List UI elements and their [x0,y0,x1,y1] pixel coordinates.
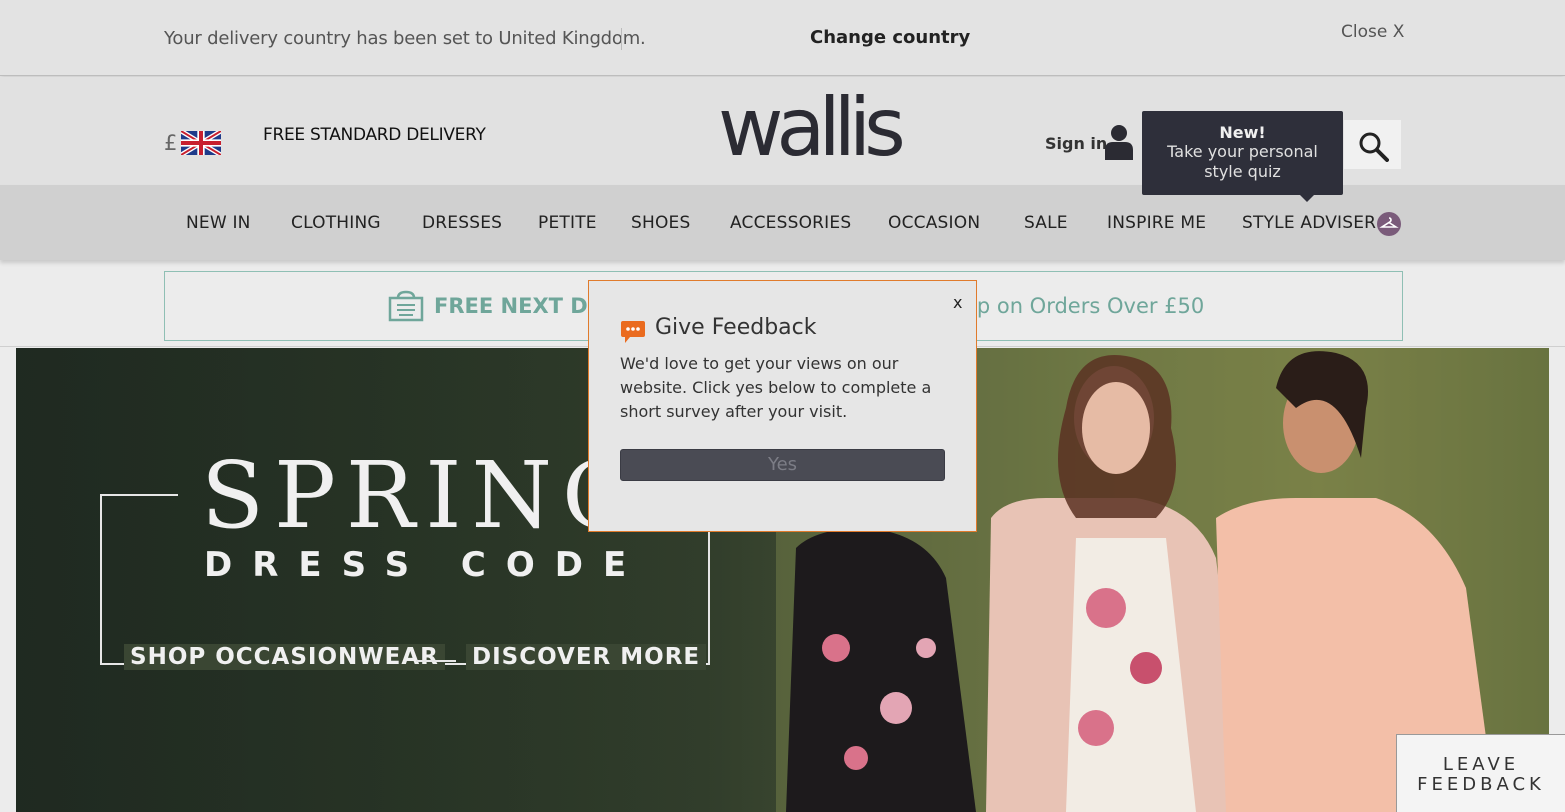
nav-item-new-in[interactable]: NEW IN [186,213,251,233]
feedback-close-button[interactable]: x [953,293,962,312]
leave-feedback-line1: LEAVE [1442,754,1520,775]
logo-text: wallis [718,81,906,174]
tooltip-title: New! [1219,123,1266,142]
promo-text-right: op on Orders Over £50 [964,294,1205,318]
feedback-title: Give Feedback [655,315,817,340]
nav-item-shoes[interactable]: SHOES [631,213,691,233]
uk-flag-icon[interactable] [181,131,221,155]
speech-bubble-icon [621,321,645,343]
user-icon[interactable] [1104,124,1134,160]
shopping-basket-icon [388,290,424,322]
delivery-country-bar: Your delivery country has been set to Un… [0,0,1565,76]
delivery-divider [621,28,622,50]
wallis-logo[interactable]: wallis [718,85,906,175]
nav-item-sale[interactable]: SALE [1024,213,1068,233]
nav-item-style-adviser[interactable]: STYLE ADVISER [1242,213,1376,233]
nav-item-dresses[interactable]: DRESSES [422,213,502,233]
nav-item-clothing[interactable]: CLOTHING [291,213,381,233]
search-button[interactable] [1344,120,1401,169]
leave-feedback-button[interactable]: LEAVE FEEDBACK [1396,734,1565,812]
discover-more-link[interactable]: DISCOVER MORE [466,644,707,670]
feedback-body: We'd love to get your views on our websi… [620,354,932,421]
delivery-country-message: Your delivery country has been set to Un… [164,28,646,49]
shop-occasionwear-link[interactable]: SHOP OCCASIONWEAR [124,644,445,670]
cta-dash [416,660,456,662]
hanger-icon[interactable] [1377,212,1401,236]
feedback-yes-button[interactable]: Yes [620,449,945,481]
tooltip-arrow [1300,195,1314,202]
search-icon [1359,132,1389,162]
give-feedback-modal: x Give Feedback We'd love to get your vi… [588,280,977,532]
currency-symbol[interactable]: £ [164,131,177,155]
style-quiz-tooltip[interactable]: New! Take your personal style quiz [1142,111,1343,202]
nav-item-petite[interactable]: PETITE [538,213,597,233]
nav-item-accessories[interactable]: ACCESSORIES [730,213,851,233]
hero-subtitle: DRESS CODE [204,545,647,585]
hanger-glyph [1379,217,1399,228]
main-navigation: NEW IN CLOTHING DRESSES PETITE SHOES ACC… [0,185,1565,260]
close-delivery-bar-button[interactable]: Close X [1341,22,1404,42]
nav-item-occasion[interactable]: OCCASION [888,213,980,233]
hero-title: SPRING [201,442,646,549]
nav-item-inspire-me[interactable]: INSPIRE ME [1107,213,1206,233]
sign-in-link[interactable]: Sign in [1045,134,1107,153]
leave-feedback-line2: FEEDBACK [1417,774,1545,795]
free-delivery-text[interactable]: FREE STANDARD DELIVERY [263,125,486,145]
change-country-link[interactable]: Change country [810,27,970,48]
tooltip-body: Take your personal style quiz [1167,142,1318,181]
